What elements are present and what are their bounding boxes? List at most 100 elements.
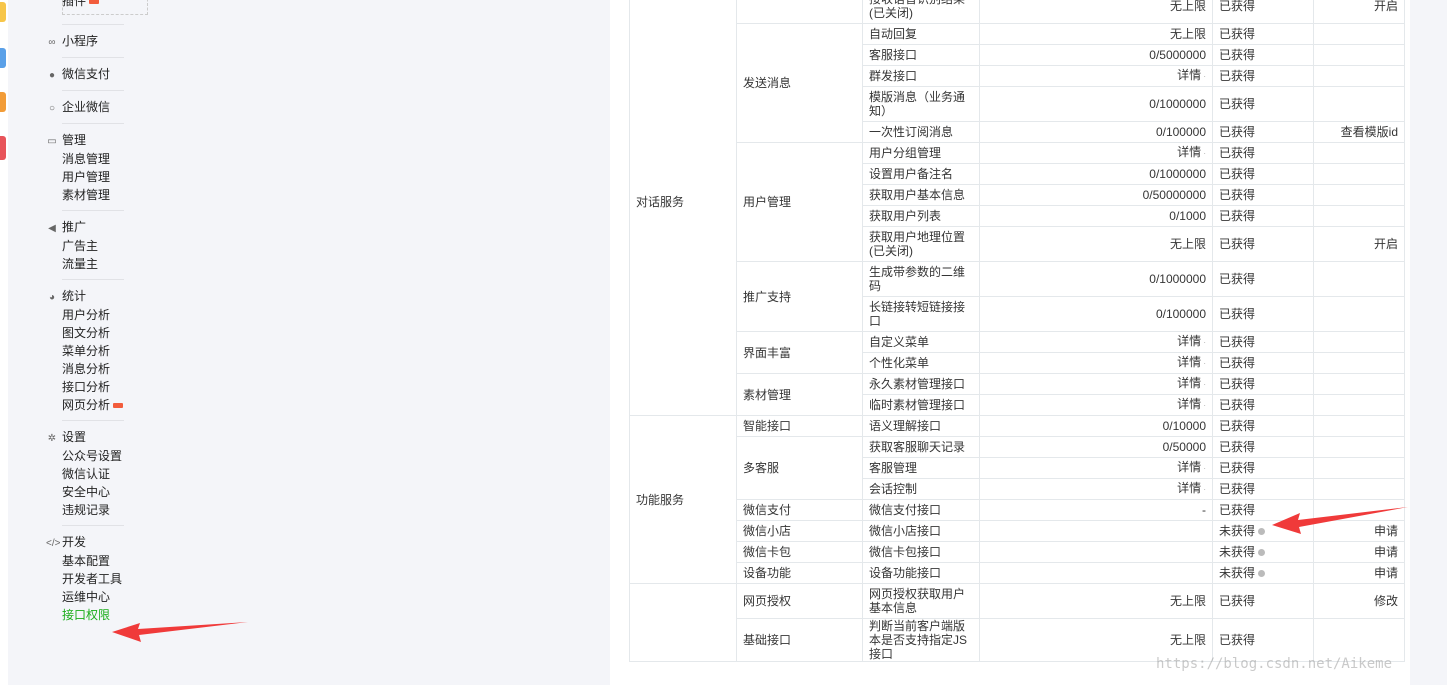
sidebar-item-6-0[interactable]: 公众号设置 <box>62 447 122 465</box>
group-cell: 智能接口 <box>736 415 863 437</box>
app-chip-blue <box>0 48 6 68</box>
detail-link[interactable]: 详情 <box>1177 376 1206 390</box>
group-cell: 用户管理 <box>736 142 863 262</box>
operation-cell <box>1313 331 1405 353</box>
sidebar-item-5-0[interactable]: 用户分析 <box>62 306 110 324</box>
detail-link[interactable]: 详情 <box>1177 460 1206 474</box>
sidebar-item-3-2[interactable]: 素材管理 <box>62 186 110 204</box>
quota-cell: 0/5000000 <box>979 44 1213 66</box>
status-text: 已获得 <box>1219 27 1256 41</box>
info-icon[interactable] <box>1258 570 1266 578</box>
sidebar-item-6-1[interactable]: 微信认证 <box>62 465 110 483</box>
sidebar-item-label: 素材管理 <box>62 188 111 202</box>
status-cell: 已获得 <box>1212 352 1314 374</box>
group-cell: 推广支持 <box>736 261 863 332</box>
sidebar-separator <box>62 90 124 91</box>
sidebar-item-5-2[interactable]: 菜单分析 <box>62 342 110 360</box>
quota-cell: 详情 <box>979 373 1213 395</box>
interface-name: 微信支付接口 <box>862 499 980 521</box>
detail-link[interactable]: 详情 <box>1177 145 1206 159</box>
sidebar-item-5-3[interactable]: 消息分析 <box>62 360 110 378</box>
operation-link[interactable]: 申请 <box>1374 545 1398 559</box>
interface-name: 长链接转短链接接口 <box>862 296 980 332</box>
sidebar-item-5-1[interactable]: 图文分析 <box>62 324 110 342</box>
sidebar-group-title: ● 微信支付 <box>46 66 110 82</box>
sidebar-item-4-0[interactable]: 广告主 <box>62 237 98 255</box>
status-cell: 已获得 <box>1212 261 1314 297</box>
sidebar-item-label: 菜单分析 <box>62 344 111 358</box>
info-icon[interactable] <box>1258 549 1266 557</box>
interface-name: 接收语音识别结果(已关闭) <box>862 0 980 24</box>
interface-name: 客服管理 <box>862 457 980 479</box>
sidebar-item-4-1[interactable]: 流量主 <box>62 255 98 273</box>
status-text: 已获得 <box>1219 209 1256 223</box>
interface-name: 自定义菜单 <box>862 331 980 353</box>
sidebar-group-title: </> 开发 <box>46 534 86 550</box>
status-cell: 已获得 <box>1212 415 1314 437</box>
sidebar-item-5-4[interactable]: 接口分析 <box>62 378 110 396</box>
operation-cell <box>1313 261 1405 297</box>
sidebar-item-label: 网页分析 <box>62 398 111 412</box>
sidebar-item-6-3[interactable]: 违规记录 <box>62 501 110 519</box>
sidebar-item-3-0[interactable]: 消息管理 <box>62 150 110 168</box>
sidebar-item-label: 微信认证 <box>62 467 111 481</box>
interface-name: 客服接口 <box>862 44 980 66</box>
operation-cell: 查看模版id <box>1313 121 1405 143</box>
status-cell: 已获得 <box>1212 86 1314 122</box>
status-text: 已获得 <box>1219 146 1256 160</box>
quota-cell: - <box>979 499 1213 521</box>
quota-cell: 无上限 <box>979 226 1213 262</box>
sidebar-item-5-5[interactable]: 网页分析 <box>62 396 124 414</box>
plugin-dashed-box <box>62 0 148 15</box>
sidebar-item-3-1[interactable]: 用户管理 <box>62 168 110 186</box>
operation-link[interactable]: 修改 <box>1374 594 1398 608</box>
detail-link[interactable]: 详情 <box>1177 355 1206 369</box>
sidebar-separator <box>62 420 124 421</box>
status-cell: 已获得 <box>1212 121 1314 143</box>
status-text: 已获得 <box>1219 440 1256 454</box>
table-row: 素材管理永久素材管理接口详情已获得 <box>630 373 1405 416</box>
operation-cell: 开启 <box>1313 226 1405 262</box>
quota-cell: 详情 <box>979 331 1213 353</box>
status-text: 已获得 <box>1219 503 1256 517</box>
sidebar-item-label: 接口权限 <box>62 608 111 622</box>
detail-link[interactable]: 详情 <box>1177 397 1206 411</box>
interface-name: 获取用户列表 <box>862 205 980 227</box>
status-text: 未获得 <box>1219 566 1256 580</box>
operation-link[interactable]: 开启 <box>1374 0 1398 13</box>
quota-cell: 无上限 <box>979 0 1213 24</box>
interface-name: 微信卡包接口 <box>862 541 980 563</box>
operation-cell <box>1313 163 1405 185</box>
operation-link[interactable]: 开启 <box>1374 237 1398 251</box>
status-text: 已获得 <box>1219 356 1256 370</box>
left-edge-strip <box>0 0 8 685</box>
quota-cell: 详情 <box>979 394 1213 416</box>
operation-link[interactable]: 查看模版id <box>1341 125 1398 139</box>
operation-cell <box>1313 184 1405 206</box>
operation-link[interactable]: 申请 <box>1374 566 1398 580</box>
interface-name: 永久素材管理接口 <box>862 373 980 395</box>
sidebar-item-label: 图文分析 <box>62 326 111 340</box>
sidebar-item-7-3[interactable]: 接口权限 <box>62 606 110 624</box>
sidebar-item-6-2[interactable]: 安全中心 <box>62 483 110 501</box>
info-icon[interactable] <box>1258 528 1266 536</box>
interface-name: 微信小店接口 <box>862 520 980 542</box>
sidebar-group-label: 统计 <box>62 289 87 303</box>
table-row: 多客服 获取客服聊天记录 0/50000 已获得 <box>630 436 1405 500</box>
sidebar-item-label: 运维中心 <box>62 590 111 604</box>
quota-cell: 0/1000000 <box>979 261 1213 297</box>
sidebar-group-title: ∞ 小程序 <box>46 33 98 49</box>
operation-cell <box>1313 373 1405 395</box>
sidebar-item-7-2[interactable]: 运维中心 <box>62 588 110 606</box>
sidebar-item-7-1[interactable]: 开发者工具 <box>62 570 122 588</box>
detail-link[interactable]: 详情 <box>1177 68 1206 82</box>
sidebar-group-label: 推广 <box>62 220 87 234</box>
interface-name: 语义理解接口 <box>862 415 980 437</box>
detail-link[interactable]: 详情 <box>1177 481 1206 495</box>
quota-cell: 0/50000000 <box>979 184 1213 206</box>
sidebar-separator <box>62 279 124 280</box>
status-text: 已获得 <box>1219 167 1256 181</box>
interface-name: 一次性订阅消息 <box>862 121 980 143</box>
detail-link[interactable]: 详情 <box>1177 334 1206 348</box>
sidebar-item-7-0[interactable]: 基本配置 <box>62 552 110 570</box>
